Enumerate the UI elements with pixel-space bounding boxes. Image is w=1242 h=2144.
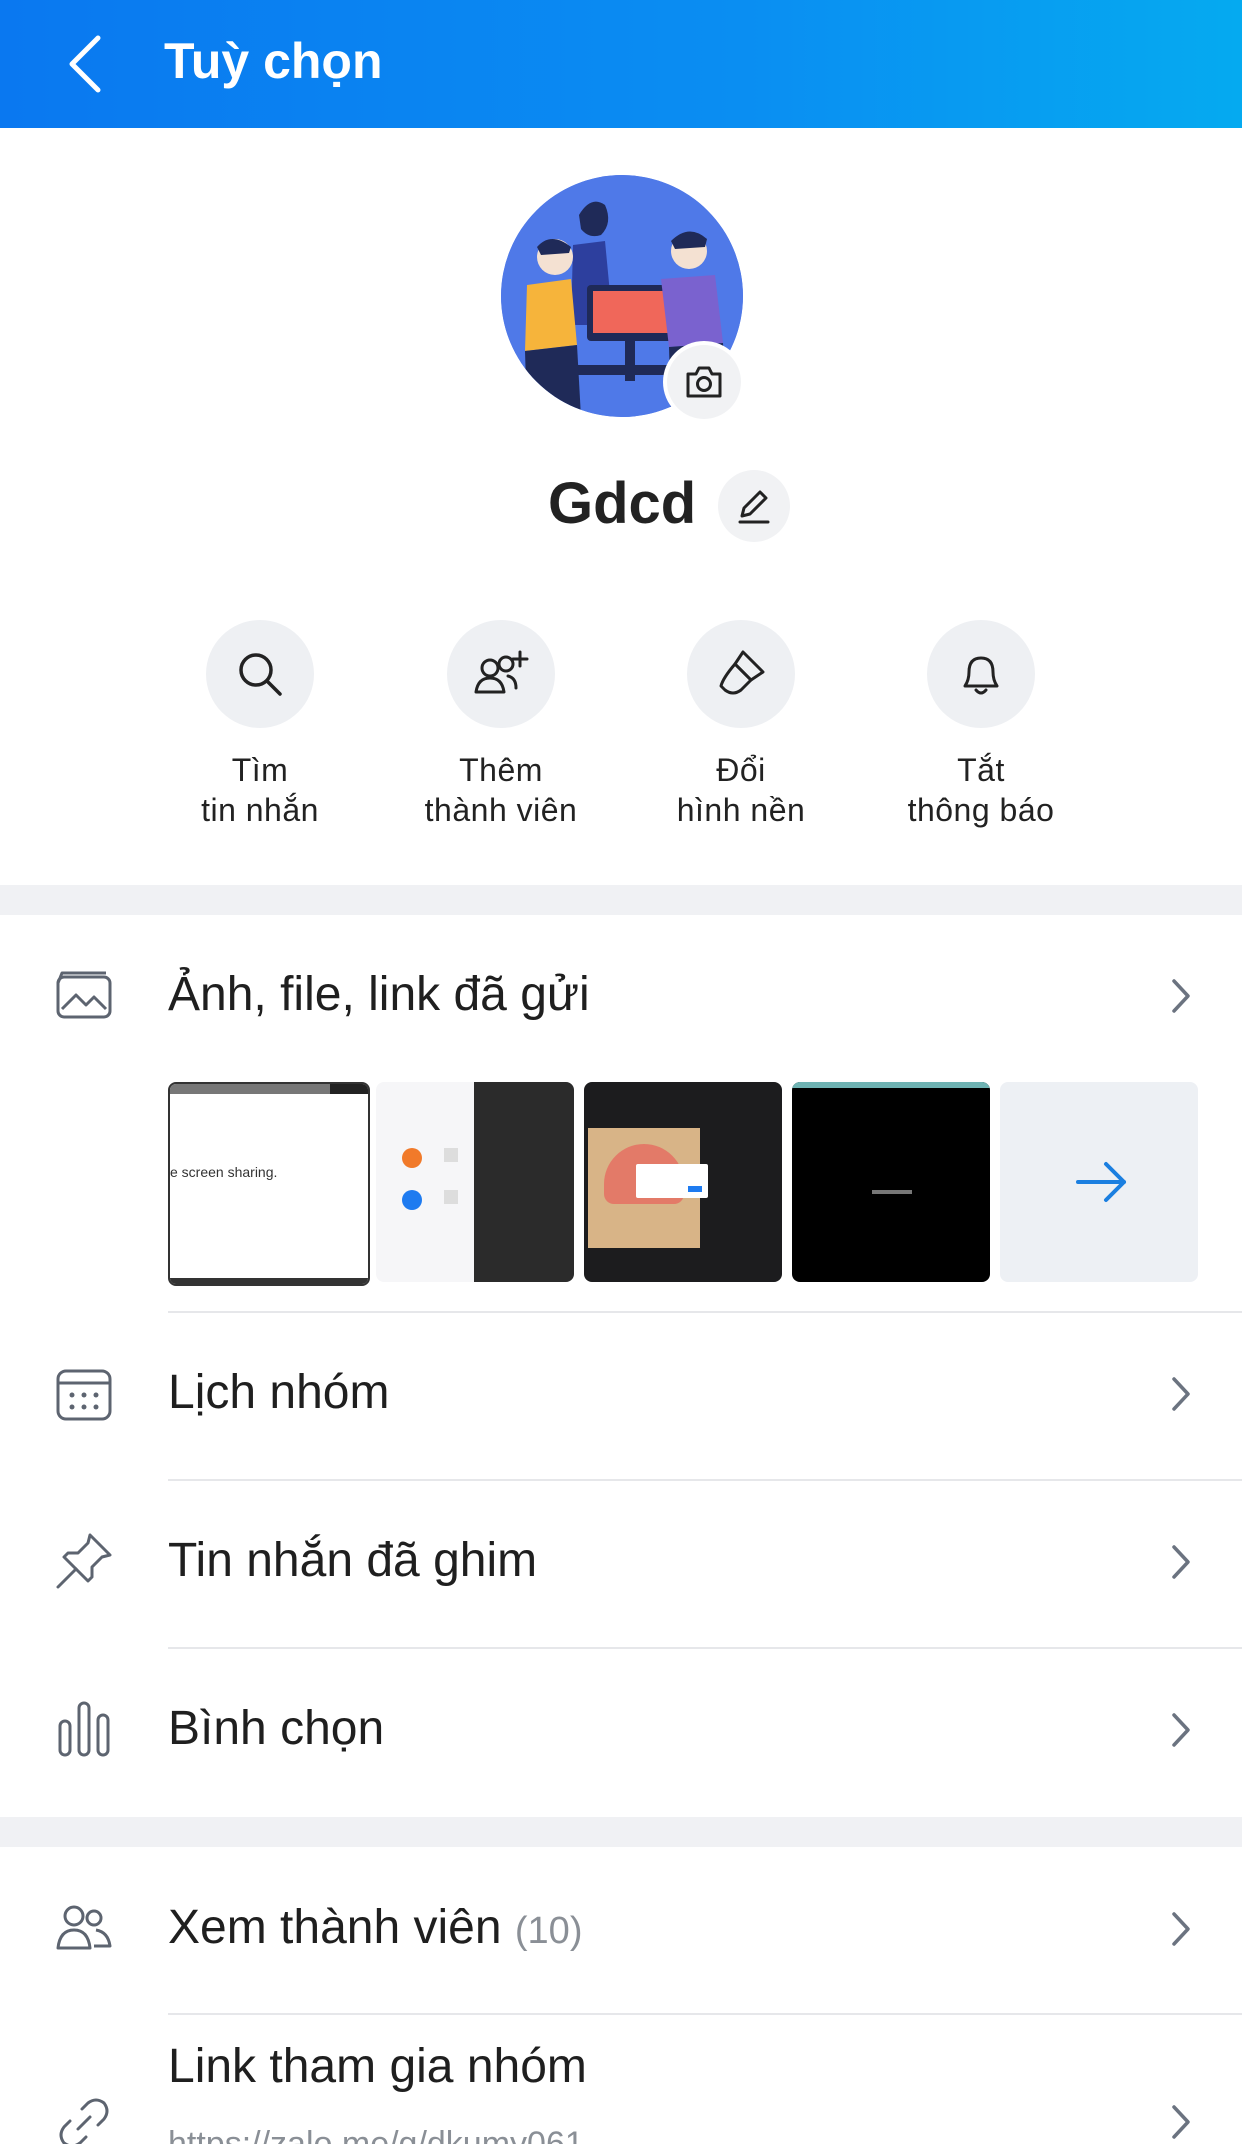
page-title: Tuỳ chọn	[164, 33, 383, 89]
action-mute-circle[interactable]	[927, 620, 1035, 728]
pin-icon	[56, 1533, 112, 1589]
action-background-circle[interactable]	[687, 620, 795, 728]
thumbnail-caption: e screen sharing.	[170, 1164, 278, 1180]
quick-actions: Tìm tin nhắn Thêm thành viên Đổi hình nề…	[0, 620, 1242, 828]
section-separator	[0, 885, 1242, 915]
poll-chart-icon	[58, 1701, 110, 1757]
action-background-label: Đổi hình nền	[676, 752, 806, 828]
search-icon	[239, 653, 282, 696]
chevron-right-icon	[1172, 1713, 1190, 1747]
add-member-icon	[474, 650, 529, 694]
menu-row-members[interactable]: Xem thành viên (10)	[0, 1848, 1242, 2014]
action-mute-label: Tắt thông báo	[907, 752, 1055, 828]
media-thumbnail[interactable]: e screen sharing.	[168, 1082, 370, 1286]
action-add-member-label: Thêm thành viên	[424, 752, 578, 828]
arrow-right-icon	[1076, 1162, 1126, 1202]
group-name-row: Gdcd	[0, 448, 1242, 548]
action-add-member-circle[interactable]	[447, 620, 555, 728]
action-search-label: Tìm tin nhắn	[201, 752, 319, 828]
action-mute-notifications[interactable]: Tắt thông báo	[871, 620, 1091, 830]
members-text: Xem thành viên	[168, 1901, 502, 1954]
menu-label-poll: Bình chọn	[168, 1702, 385, 1755]
group-name: Gdcd	[548, 471, 697, 536]
section-separator	[0, 1817, 1242, 1847]
menu-label-members: Xem thành viên (10)	[168, 1900, 582, 1955]
menu-row-join-link[interactable]: Link tham gia nhóm https://zalo.me/g/dku…	[0, 2015, 1242, 2144]
join-link-url: https://zalo.me/g/dkumy061	[168, 2125, 584, 2144]
media-gallery-icon	[56, 971, 112, 1019]
back-arrow-icon	[69, 35, 101, 93]
group-profile-section: Gdcd Tìm tin nhắn Thêm thành viên Đổi hì…	[0, 128, 1242, 885]
menu-row-poll[interactable]: Bình chọn	[0, 1649, 1242, 1815]
chevron-right-icon	[1172, 1912, 1190, 1946]
media-thumbnail[interactable]	[376, 1082, 574, 1282]
media-thumbnail[interactable]	[584, 1082, 782, 1282]
menu-label-media: Ảnh, file, link đã gửi	[168, 968, 590, 1021]
members-icon	[56, 1905, 112, 1950]
menu-row-calendar[interactable]: Lịch nhóm	[0, 1313, 1242, 1479]
edit-name-button[interactable]	[718, 470, 790, 542]
action-change-background[interactable]: Đổi hình nền	[631, 620, 851, 830]
bell-icon	[963, 656, 999, 695]
pencil-icon	[738, 490, 770, 524]
paint-brush-icon	[719, 650, 765, 695]
media-thumbnail[interactable]	[792, 1082, 990, 1282]
group-avatar-container[interactable]	[501, 175, 743, 419]
menu-label-calendar: Lịch nhóm	[168, 1366, 390, 1419]
calendar-icon	[56, 1369, 112, 1421]
media-view-all-button[interactable]	[1000, 1082, 1198, 1282]
action-search-circle[interactable]	[206, 620, 314, 728]
link-icon	[59, 2098, 109, 2144]
action-add-member[interactable]: Thêm thành viên	[391, 620, 611, 830]
media-thumbnails: e screen sharing.	[168, 1082, 1198, 1286]
menu-label-pinned: Tin nhắn đã ghim	[168, 1534, 538, 1587]
action-search-messages[interactable]: Tìm tin nhắn	[150, 620, 370, 830]
change-avatar-button[interactable]	[667, 345, 741, 419]
members-count: (10)	[514, 1910, 583, 1952]
camera-icon	[686, 366, 722, 398]
chevron-right-icon	[1172, 1545, 1190, 1579]
menu-label-join-link: Link tham gia nhóm	[168, 2040, 587, 2093]
menu-row-media[interactable]: Ảnh, file, link đã gửi	[0, 915, 1242, 1081]
back-button[interactable]	[58, 30, 118, 98]
chevron-right-icon	[1172, 979, 1190, 1013]
chevron-right-icon	[1172, 2105, 1190, 2139]
menu-row-pinned[interactable]: Tin nhắn đã ghim	[0, 1481, 1242, 1647]
top-app-bar: Tuỳ chọn	[0, 0, 1242, 128]
chevron-right-icon	[1172, 1377, 1190, 1411]
